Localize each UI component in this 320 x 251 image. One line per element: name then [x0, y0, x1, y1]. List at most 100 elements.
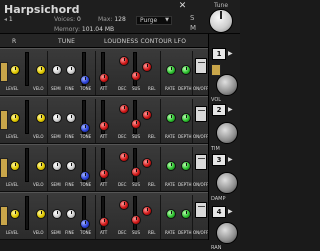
- rel-knob[interactable]: [142, 62, 152, 72]
- semi-knob[interactable]: [52, 209, 62, 219]
- loudness-section-label: LOUDNESS CONTOUR: [104, 38, 173, 45]
- layer-2-button[interactable]: 2: [212, 104, 226, 116]
- onoff-label: ON/OFF: [193, 182, 209, 187]
- ran-knob[interactable]: [216, 222, 238, 244]
- dec-knob[interactable]: [119, 152, 129, 162]
- dec-knob[interactable]: [119, 56, 129, 66]
- velo-knob[interactable]: [36, 161, 46, 171]
- level-slider[interactable]: [25, 196, 29, 230]
- tim-knob[interactable]: [216, 122, 238, 144]
- sus-knob[interactable]: [131, 215, 141, 225]
- velo-label: VELO: [33, 86, 44, 91]
- dec-label: DEC: [118, 230, 127, 235]
- sus-knob[interactable]: [131, 71, 141, 81]
- layer-display: [0, 62, 8, 82]
- level-knob[interactable]: [10, 113, 20, 123]
- velo-knob[interactable]: [36, 65, 46, 75]
- purge-dropdown[interactable]: Purge ▼: [136, 16, 172, 25]
- rate-knob[interactable]: [166, 209, 176, 219]
- semi-knob[interactable]: [52, 65, 62, 75]
- sus-knob[interactable]: [131, 167, 141, 177]
- fine-knob[interactable]: [66, 113, 76, 123]
- instrument-header: Harpsichord ◂ 1 Voices: 0 Max: 128 Memor…: [0, 0, 240, 34]
- level-label: LEVEL: [6, 182, 19, 187]
- rate-knob[interactable]: [166, 161, 176, 171]
- tune-knob[interactable]: [209, 9, 233, 33]
- rel-label: REL: [148, 86, 156, 91]
- level-label: LEVEL: [6, 230, 19, 235]
- layer-1-button[interactable]: 1: [212, 48, 226, 60]
- rel-label: REL: [148, 134, 156, 139]
- att-label: ATT: [100, 134, 108, 139]
- velo-knob[interactable]: [36, 209, 46, 219]
- lfo-onoff-switch[interactable]: [195, 154, 207, 170]
- max-voices-readout[interactable]: Max: 128: [98, 16, 126, 23]
- att-knob[interactable]: [99, 121, 109, 131]
- tone-knob[interactable]: [80, 171, 90, 181]
- rel-knob[interactable]: [142, 158, 152, 168]
- preset-number[interactable]: ◂ 1: [4, 16, 13, 23]
- memory-readout: Memory: 101.04 MB: [54, 26, 115, 33]
- fine-knob[interactable]: [66, 209, 76, 219]
- depth-knob[interactable]: [181, 65, 191, 75]
- tone-knob[interactable]: [80, 219, 90, 229]
- tone-label: TONE: [80, 230, 92, 235]
- dec-knob[interactable]: [119, 200, 129, 210]
- layer-4-button[interactable]: 4: [212, 206, 226, 218]
- rel-knob[interactable]: [142, 110, 152, 120]
- lfo-onoff-switch[interactable]: [195, 202, 207, 218]
- close-icon[interactable]: ✕: [178, 2, 187, 11]
- sus-label: SUS: [132, 182, 141, 187]
- semi-knob[interactable]: [52, 161, 62, 171]
- dec-knob[interactable]: [119, 104, 129, 114]
- lfo-onoff-switch[interactable]: [195, 58, 207, 74]
- play-icon: ▶: [228, 208, 233, 215]
- att-label: ATT: [100, 86, 108, 91]
- sus-knob[interactable]: [131, 119, 141, 129]
- solo-icon[interactable]: S: [190, 14, 194, 22]
- section-divider: [95, 147, 96, 191]
- onoff-label: ON/OFF: [193, 134, 209, 139]
- level-knob[interactable]: [10, 65, 20, 75]
- level-slider[interactable]: [25, 100, 29, 134]
- sus-label: SUS: [132, 86, 141, 91]
- rel-knob[interactable]: [142, 206, 152, 216]
- velo-knob[interactable]: [36, 113, 46, 123]
- level-slider[interactable]: [25, 52, 29, 86]
- depth-knob[interactable]: [181, 113, 191, 123]
- level-slider[interactable]: [25, 148, 29, 182]
- dec-label: DEC: [118, 86, 127, 91]
- level-knob[interactable]: [10, 161, 20, 171]
- lfo-onoff-switch[interactable]: [195, 106, 207, 122]
- layer-row-1: LEVEL VELO SEMI FINE TONE ATT DEC SUS REL RATE DEP…: [0, 48, 208, 96]
- tone-knob[interactable]: [80, 75, 90, 85]
- fine-knob[interactable]: [66, 65, 76, 75]
- tune-section-label: TUNE: [58, 38, 76, 45]
- level-knob[interactable]: [10, 209, 20, 219]
- instrument-name[interactable]: Harpsichord: [4, 3, 79, 16]
- att-knob[interactable]: [99, 73, 109, 83]
- rate-label: RATE: [165, 86, 176, 91]
- depth-knob[interactable]: [181, 161, 191, 171]
- att-knob[interactable]: [99, 217, 109, 227]
- rel-label: REL: [148, 230, 156, 235]
- fine-knob[interactable]: [66, 161, 76, 171]
- rel-label: REL: [148, 182, 156, 187]
- vol-knob[interactable]: [216, 74, 238, 96]
- fine-label: FINE: [65, 230, 74, 235]
- depth-knob[interactable]: [181, 209, 191, 219]
- fine-label: FINE: [65, 86, 74, 91]
- mute-icon[interactable]: M: [190, 24, 196, 32]
- fine-label: FINE: [65, 182, 74, 187]
- rate-knob[interactable]: [166, 65, 176, 75]
- damp-knob[interactable]: [216, 172, 238, 194]
- play-icon: ▶: [228, 106, 233, 113]
- lfo-section-label: LFO: [174, 38, 187, 45]
- att-knob[interactable]: [99, 169, 109, 179]
- layer-3-button[interactable]: 3: [212, 154, 226, 166]
- voices-readout: Voices: 0: [54, 16, 81, 23]
- damp-label: DAMP: [211, 196, 226, 202]
- semi-knob[interactable]: [52, 113, 62, 123]
- rate-knob[interactable]: [166, 113, 176, 123]
- tone-knob[interactable]: [80, 123, 90, 133]
